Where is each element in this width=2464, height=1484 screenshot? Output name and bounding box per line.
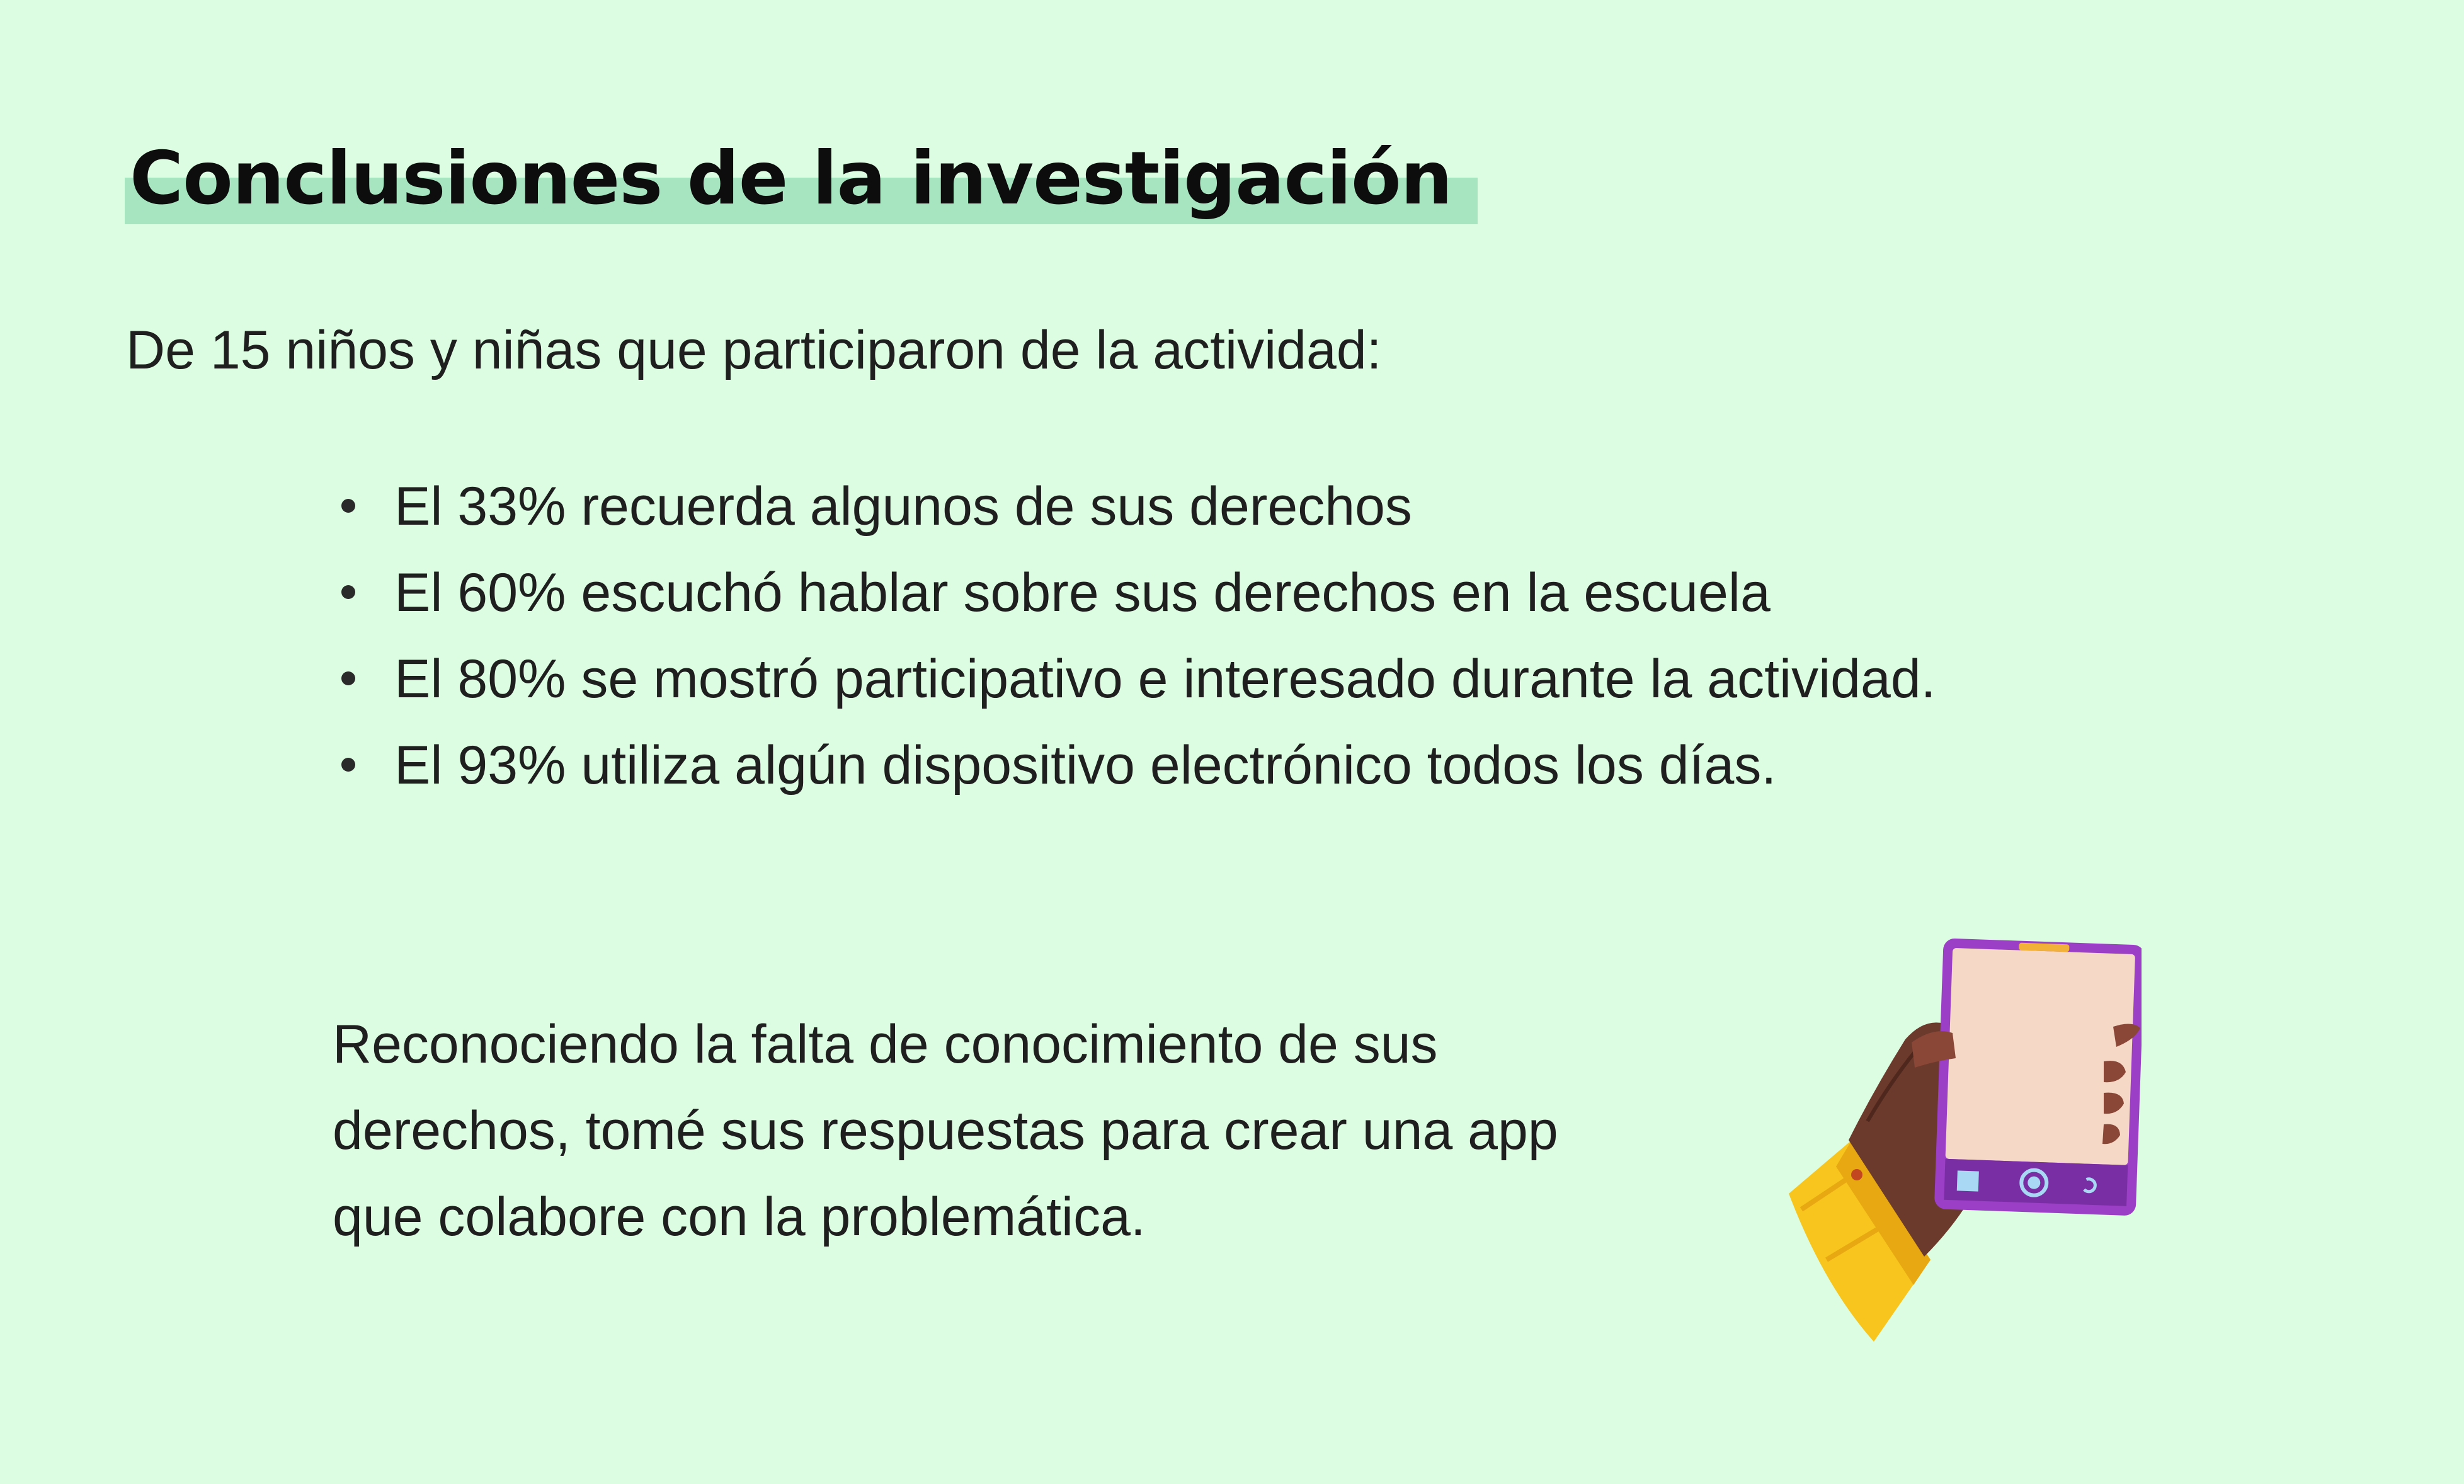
list-item: El 60% escuchó hablar sobre sus derechos… [328,550,1936,636]
page-title: Conclusiones de la investigación [130,136,1452,221]
closing-line: derechos, tomé sus respuestas para crear… [333,1100,1558,1161]
closing-paragraph: Reconociendo la falta de conocimiento de… [333,1002,1718,1260]
findings-list: El 33% recuerda algunos de sus derechos … [328,464,1936,809]
list-item-text: El 33% recuerda algunos de sus derechos [394,476,1412,537]
bullet-icon [341,758,355,772]
list-item: El 93% utiliza algún dispositivo electró… [328,722,1936,809]
list-item-text: El 93% utiliza algún dispositivo electró… [394,735,1777,796]
intro-text: De 15 niños y niñas que participaron de … [126,320,1382,380]
list-item-text: El 80% se mostró participativo e interes… [394,649,1936,709]
bullet-icon [341,585,355,599]
list-item-text: El 60% escuchó hablar sobre sus derechos… [394,562,1771,623]
hand-holding-phone-icon [1789,939,2142,1342]
title-block: Conclusiones de la investigación [125,126,1478,227]
list-item: El 33% recuerda algunos de sus derechos [328,464,1936,550]
list-item: El 80% se mostró participativo e interes… [328,636,1936,722]
closing-line: que colabore con la problemática. [333,1187,1146,1247]
bullet-icon [341,671,355,685]
closing-line: Reconociendo la falta de conocimiento de… [333,1014,1438,1075]
bullet-icon [341,499,355,513]
